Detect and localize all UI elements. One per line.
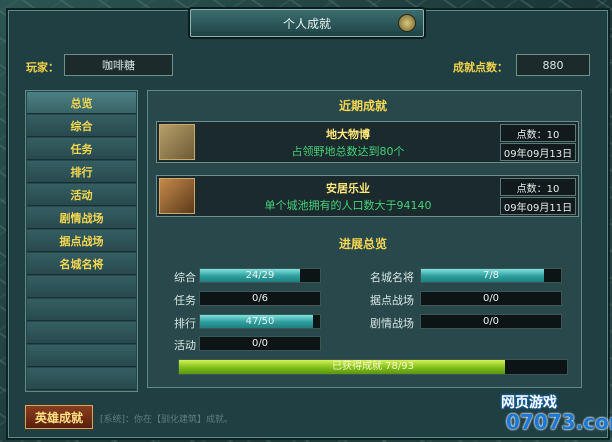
sidebar-item-general[interactable]: 综合 [27, 115, 136, 137]
progress-label: 据点战场 [370, 294, 414, 307]
window-title: 个人成就 [282, 16, 331, 31]
achievement-title: 安居乐业 [326, 182, 370, 195]
progress-label: 排行 [174, 317, 196, 330]
farmland-icon [159, 124, 195, 160]
sidebar-item-famous-cities[interactable]: 名城名将 [27, 253, 136, 275]
sidebar-empty-slot [27, 322, 136, 344]
total-progress-text: 已获得成就 78/93 [332, 361, 414, 372]
progress-value: 0/6 [251, 293, 269, 304]
progress-label: 综合 [174, 271, 196, 284]
achievement-title: 地大物博 [326, 128, 370, 141]
achievement-points-value: 880 [516, 54, 590, 76]
progress-bar: 24/29 [199, 268, 321, 283]
progress-value: 47/50 [245, 316, 275, 327]
player-name-field: 咖啡糖 [64, 54, 173, 76]
house-icon [159, 178, 195, 214]
progress-bar: 7/8 [420, 268, 562, 283]
achievement-points-label: 成就点数： [453, 61, 508, 74]
category-sidebar: 总览 综合 任务 排行 活动 剧情战场 据点战场 名城名将 [25, 90, 138, 392]
achievement-description: 占领野地总数达到80个 [291, 145, 405, 158]
recent-achievement-card: 地大物博 占领野地总数达到80个 点数：10 09年09月13日 [156, 121, 579, 163]
sidebar-empty-slot [27, 276, 136, 298]
window-title-plate: 个人成就 [190, 9, 424, 37]
progress-value: 0/0 [251, 338, 269, 349]
progress-value: 24/29 [245, 270, 275, 281]
player-label: 玩家： [26, 61, 59, 74]
progress-bar: 0/0 [420, 291, 562, 306]
sidebar-item-overview[interactable]: 总览 [27, 92, 136, 114]
progress-label: 任务 [174, 294, 196, 307]
sidebar-item-events[interactable]: 活动 [27, 184, 136, 206]
progress-value: 0/0 [482, 293, 500, 304]
progress-bar: 0/0 [420, 314, 562, 329]
achievement-points: 点数：10 [500, 178, 576, 196]
progress-label: 名城名将 [370, 271, 414, 284]
watermark-url: 07073.com [506, 410, 612, 434]
sidebar-empty-slot [27, 368, 136, 390]
achievement-points: 点数：10 [500, 124, 576, 142]
progress-value: 7/8 [482, 270, 500, 281]
sidebar-item-rankings[interactable]: 排行 [27, 161, 136, 183]
sidebar-empty-slot [27, 299, 136, 321]
achievement-date: 09年09月13日 [500, 143, 576, 161]
achievement-description: 单个城池拥有的人口数大于94140 [264, 199, 432, 212]
sidebar-empty-slot [27, 345, 136, 367]
watermark-text: 网页游戏 [501, 395, 557, 411]
progress-label: 活动 [174, 339, 196, 352]
hero-achievements-button[interactable]: 英雄成就 [25, 405, 93, 429]
progress-value: 0/0 [482, 316, 500, 327]
progress-bar: 0/6 [199, 291, 321, 306]
recent-achievement-card: 安居乐业 单个城池拥有的人口数大于94140 点数：10 09年09月11日 [156, 175, 579, 217]
progress-overview-heading: 进展总览 [339, 237, 388, 251]
system-message: [系统]：你在【驯化建筑】成就。 [100, 415, 234, 425]
total-progress-bar: 已获得成就 78/93 [178, 359, 568, 375]
sidebar-item-story-battles[interactable]: 剧情战场 [27, 207, 136, 229]
progress-bar: 47/50 [199, 314, 321, 329]
sidebar-item-stronghold-battles[interactable]: 据点战场 [27, 230, 136, 252]
recent-achievements-heading: 近期成就 [339, 99, 388, 113]
sidebar-item-quests[interactable]: 任务 [27, 138, 136, 160]
ornament-right-icon [398, 14, 416, 32]
progress-label: 剧情战场 [370, 317, 414, 330]
progress-bar: 0/0 [199, 336, 321, 351]
achievement-date: 09年09月11日 [500, 197, 576, 215]
